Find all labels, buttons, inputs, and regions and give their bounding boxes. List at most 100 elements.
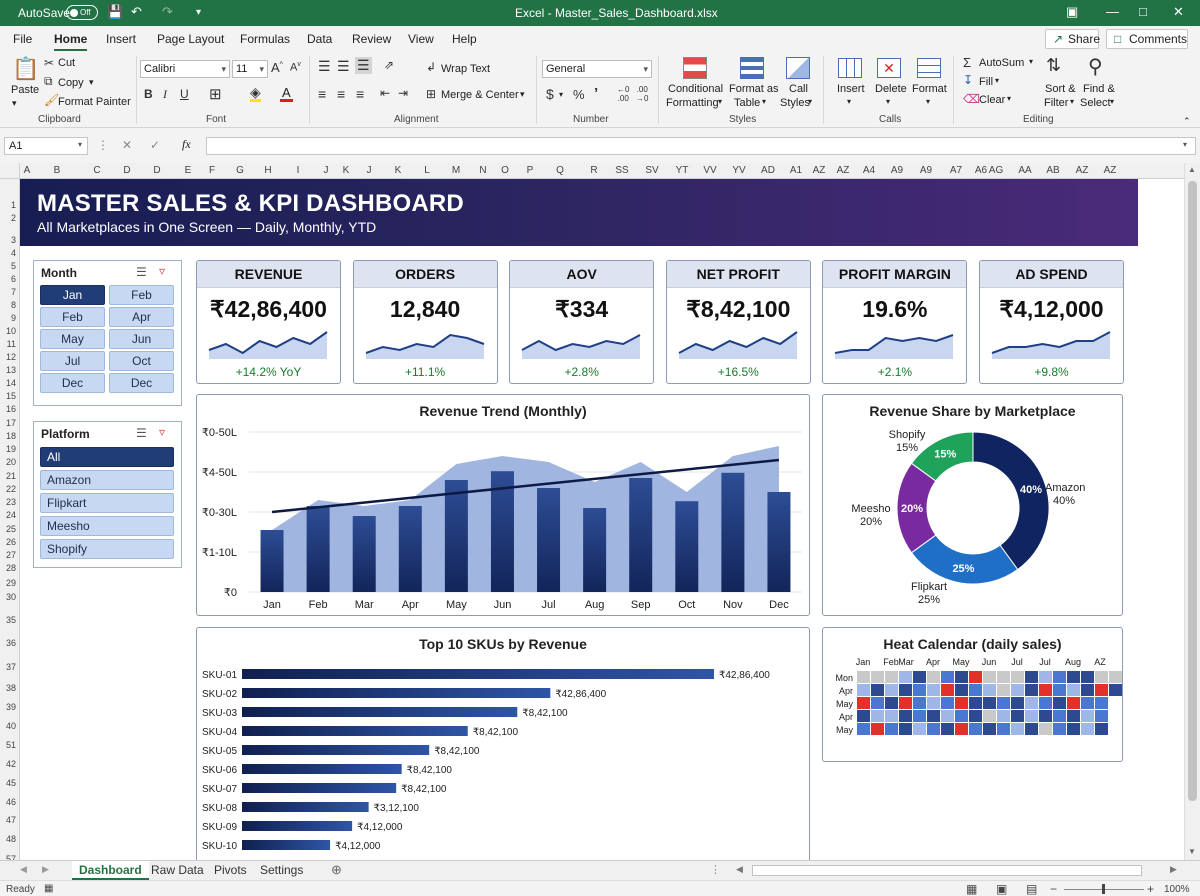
row-header[interactable]: 23 (6, 497, 16, 507)
row-header[interactable]: 1 (11, 200, 16, 210)
heat-cell[interactable] (1011, 723, 1024, 735)
align-right-icon[interactable]: ≡ (356, 86, 364, 102)
heat-cell[interactable] (913, 671, 926, 683)
row-header[interactable]: 40 (6, 721, 16, 731)
heat-cell[interactable] (1095, 697, 1108, 709)
heat-cell[interactable] (1095, 671, 1108, 683)
column-header[interactable]: AZ (837, 165, 850, 176)
month-button[interactable]: Oct (109, 351, 174, 371)
row-header[interactable]: 15 (6, 391, 16, 401)
heat-cell[interactable] (1095, 723, 1108, 735)
heat-cell[interactable] (941, 697, 954, 709)
autosave-toggle[interactable]: Off (66, 5, 98, 20)
format-cells-icon[interactable] (917, 58, 941, 78)
heat-cell[interactable] (1039, 723, 1052, 735)
heat-cell[interactable] (983, 697, 996, 709)
tab-formulas[interactable]: Formulas (240, 32, 290, 46)
heat-cell[interactable] (899, 671, 912, 683)
heat-cell[interactable] (983, 710, 996, 722)
heat-cell[interactable] (1025, 671, 1038, 683)
column-header[interactable]: A9 (920, 165, 932, 176)
column-header[interactable]: AG (989, 165, 1003, 176)
row-header[interactable]: 13 (6, 365, 16, 375)
heat-cell[interactable] (1053, 710, 1066, 722)
prev-sheet-icon[interactable]: ◀ (20, 864, 27, 875)
heat-cell[interactable] (1011, 697, 1024, 709)
column-header[interactable]: AZ (813, 165, 826, 176)
column-header[interactable]: I (297, 165, 300, 176)
heat-cell[interactable] (857, 723, 870, 735)
collapse-ribbon-icon[interactable]: ⌃ (1183, 116, 1191, 127)
column-header[interactable]: YV (732, 165, 745, 176)
row-header[interactable]: 5 (11, 261, 16, 271)
month-button[interactable]: Apr (109, 307, 174, 327)
sku-bar[interactable] (242, 783, 397, 793)
revenue-bar[interactable] (398, 506, 422, 592)
column-header[interactable]: AD (761, 165, 775, 176)
column-header[interactable]: AZ (1104, 165, 1117, 176)
comments-button[interactable]: □ Comments (1106, 29, 1188, 49)
clear-filter-icon[interactable]: ▿ (159, 264, 165, 278)
format-as-table-label-2[interactable]: Table (734, 97, 760, 109)
normal-view-icon[interactable]: ▦ (966, 882, 977, 896)
find-select-icon[interactable]: ⚲ (1088, 54, 1103, 79)
column-header[interactable]: A4 (863, 165, 875, 176)
heat-cell[interactable] (899, 710, 912, 722)
donut-slice[interactable] (910, 534, 1019, 585)
row-header[interactable]: 45 (6, 778, 16, 788)
undo-icon[interactable]: ↶ (131, 4, 142, 20)
worksheet[interactable]: MASTER SALES & KPI DASHBOARD All Marketp… (20, 179, 1184, 860)
heat-cell[interactable] (941, 710, 954, 722)
platform-button[interactable]: All (40, 447, 174, 467)
close-icon[interactable]: ✕ (1173, 4, 1184, 20)
share-button[interactable]: ↗ Share (1045, 29, 1100, 49)
column-header[interactable]: B (54, 165, 61, 176)
row-header[interactable]: 14 (6, 378, 16, 388)
heat-cell[interactable] (1081, 697, 1094, 709)
fill-button[interactable]: Fill (979, 76, 993, 88)
sheet-tab-raw-data[interactable]: Raw Data (144, 861, 211, 880)
heat-cell[interactable] (1053, 671, 1066, 683)
tab-review[interactable]: Review (352, 32, 391, 46)
heat-cell[interactable] (969, 684, 982, 696)
heat-cell[interactable] (1109, 684, 1122, 696)
zoom-out-icon[interactable]: − (1050, 882, 1057, 896)
month-button[interactable]: Dec (40, 373, 105, 393)
column-header[interactable]: L (424, 165, 430, 176)
tab-data[interactable]: Data (307, 32, 332, 46)
decrease-decimal-icon[interactable]: .00 →0 (636, 85, 648, 103)
row-header[interactable]: 22 (6, 484, 16, 494)
heat-cell[interactable] (1053, 684, 1066, 696)
insert-button[interactable]: Insert (837, 83, 865, 95)
row-header[interactable]: 16 (6, 404, 16, 414)
heat-cell[interactable] (1025, 684, 1038, 696)
column-header[interactable]: SS (615, 165, 628, 176)
row-header[interactable]: 8 (11, 300, 16, 310)
currency-icon[interactable]: $ (546, 86, 554, 102)
column-header[interactable]: K (395, 165, 402, 176)
heat-cell[interactable] (899, 697, 912, 709)
sku-bar[interactable] (242, 821, 353, 831)
conditional-formatting-label-2[interactable]: Formatting (666, 97, 719, 109)
heat-cell[interactable] (955, 710, 968, 722)
decrease-indent-icon[interactable]: ⇤ (380, 86, 390, 100)
heat-cell[interactable] (1095, 684, 1108, 696)
heat-cell[interactable] (997, 710, 1010, 722)
sku-bar[interactable] (242, 745, 430, 755)
insert-function-icon[interactable]: fx (182, 137, 191, 152)
enter-icon[interactable]: ✓ (150, 138, 160, 152)
heat-cell[interactable] (871, 697, 884, 709)
multi-select-icon[interactable]: ☰ (136, 426, 147, 440)
platform-button[interactable]: Amazon (40, 470, 174, 490)
column-header[interactable]: A7 (950, 165, 962, 176)
autosum-icon[interactable]: Σ (963, 55, 971, 70)
column-header[interactable]: R (590, 165, 597, 176)
accessibility-icon[interactable]: ▦ (44, 883, 53, 894)
zoom-in-icon[interactable]: + (1147, 882, 1154, 896)
heat-cell[interactable] (899, 684, 912, 696)
heat-cell[interactable] (1053, 723, 1066, 735)
heat-cell[interactable] (1039, 710, 1052, 722)
heat-cell[interactable] (927, 697, 940, 709)
month-button[interactable]: Feb (109, 285, 174, 305)
heat-cell[interactable] (857, 684, 870, 696)
